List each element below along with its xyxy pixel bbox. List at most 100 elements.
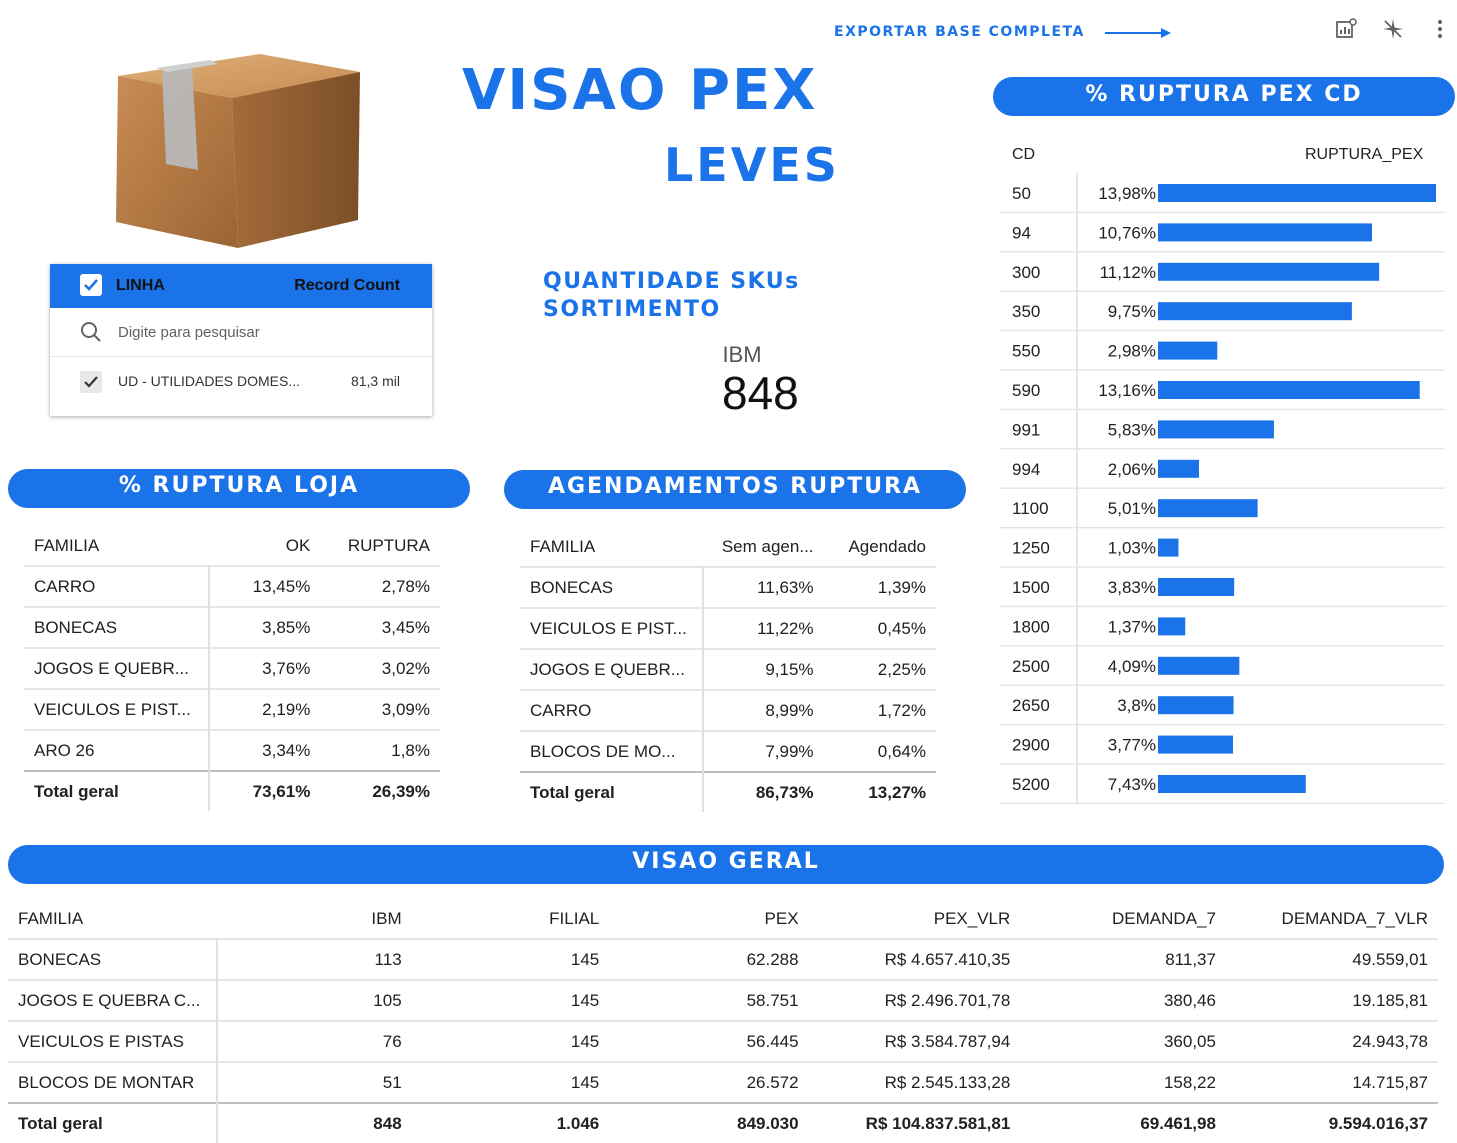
table-row: JOGOS E QUEBR... 3,76% 3,02% (24, 647, 440, 689)
agendamentos-table: FAMILIA Sem agen... Agendado BONECAS 11,63% 1… (520, 527, 936, 812)
bar-value-label: 13,16% (1098, 381, 1156, 400)
ruptura-bar[interactable] (1158, 775, 1306, 793)
table-total-row: Total geral 73,61% 26,39% (24, 770, 440, 811)
column-header[interactable]: FAMILIA (24, 526, 209, 566)
table-cell: 76 (217, 1020, 412, 1062)
table-cell: BLOCOS DE MO... (520, 730, 705, 772)
table-row: VEICULOS E PIST... 2,19% 3,09% (24, 688, 440, 730)
table-cell: 145 (411, 1020, 610, 1062)
table-cell: 9,15% (703, 648, 824, 690)
more-vert-icon[interactable] (1428, 17, 1452, 41)
table-cell: BONECAS (24, 606, 211, 648)
bar-value-label: 10,76% (1098, 223, 1156, 242)
table-cell: Total geral (8, 1102, 218, 1143)
column-header[interactable]: OK (209, 526, 320, 566)
bar-value-label: 1,37% (1108, 617, 1156, 636)
scorecard-title-line1: QUANTIDADE SKUs (543, 269, 800, 294)
ruptura-loja-header: % RUPTURA LOJA (8, 469, 470, 508)
filter-search-row[interactable]: Digite para pesquisar (50, 308, 432, 357)
filter-option-count: 81,3 mil (350, 373, 400, 389)
table-cell: 3,09% (320, 688, 440, 730)
cd-category-label: 350 (1012, 302, 1040, 321)
table-cell: 145 (411, 938, 610, 980)
ruptura-bar[interactable] (1158, 538, 1179, 557)
cd-category-label: 1500 (1012, 578, 1050, 597)
table-cell: VEICULOS E PIST... (24, 688, 211, 730)
ruptura-bar[interactable] (1158, 262, 1380, 281)
bar-value-label: 2,06% (1108, 460, 1156, 479)
ruptura-bar[interactable] (1158, 499, 1258, 518)
table-total-row: Total geral 86,73% 13,27% (520, 771, 936, 812)
visao-geral-header: VISAO GERAL (8, 845, 1444, 884)
table-cell: 62.288 (609, 938, 809, 980)
table-cell: 2,19% (209, 688, 321, 730)
cd-category-label: 590 (1012, 381, 1040, 400)
bar-value-label: 5,83% (1108, 420, 1156, 439)
filter-option-item[interactable]: UD - UTILIDADES DOMES... 81,3 mil (50, 357, 432, 407)
table-cell: 13,27% (823, 771, 936, 812)
search-input[interactable]: Digite para pesquisar (118, 324, 260, 341)
ruptura-bar[interactable] (1158, 381, 1420, 399)
table-cell: 360,05 (1020, 1020, 1226, 1062)
bar-value-label: 2,98% (1108, 342, 1156, 361)
table-row: BONECAS 3,85% 3,45% (24, 606, 440, 648)
ruptura-bar[interactable] (1158, 223, 1372, 242)
filter-header[interactable]: LINHA Record Count (50, 264, 432, 308)
export-link[interactable]: EXPORTAR BASE COMPLETA (834, 24, 1085, 40)
column-header[interactable]: FAMILIA (8, 899, 217, 939)
table-cell: 3,85% (209, 606, 321, 648)
table-cell: CARRO (520, 689, 705, 731)
table-cell: Total geral (520, 771, 705, 812)
table-cell: 69.461,98 (1020, 1102, 1226, 1143)
table-cell: 1,72% (823, 689, 936, 731)
scorecard-title-line2: SORTIMENTO (543, 297, 721, 322)
table-cell: 14.715,87 (1225, 1061, 1438, 1103)
table-cell: 11,22% (703, 607, 824, 649)
table-cell: R$ 3.584.787,94 (808, 1020, 1021, 1062)
column-header[interactable]: FILIAL (412, 899, 610, 939)
table-cell: JOGOS E QUEBR... (24, 647, 211, 689)
ruptura-bar[interactable] (1158, 578, 1235, 596)
column-header[interactable]: FAMILIA (520, 527, 703, 567)
table-cell: 7,99% (703, 730, 824, 772)
table-cell: 13,45% (209, 565, 321, 607)
column-header[interactable]: DEMANDA_7_VLR (1226, 899, 1438, 939)
table-cell: Total geral (24, 770, 211, 811)
ruptura-bar[interactable] (1158, 459, 1199, 478)
table-cell: 49.559,01 (1225, 938, 1438, 980)
ruptura-cd-header: % RUPTURA PEX CD (993, 77, 1455, 116)
table-cell: 3,76% (209, 647, 321, 689)
ruptura-bar[interactable] (1158, 341, 1218, 360)
ruptura-bar[interactable] (1158, 696, 1234, 715)
table-row: BONECAS 11,63% 1,39% (520, 566, 936, 608)
ruptura-bar[interactable] (1158, 617, 1186, 636)
table-cell: 0,45% (823, 607, 936, 649)
bar-value-label: 3,77% (1108, 736, 1156, 755)
table-cell: 1,39% (823, 566, 936, 608)
table-cell: 158,22 (1020, 1061, 1226, 1103)
ruptura-bar[interactable] (1158, 735, 1233, 754)
column-header[interactable]: DEMANDA_7 (1020, 899, 1226, 939)
table-total-row: Total geral 848 1.046 849.030 R$ 104.837.581… (8, 1102, 1438, 1143)
column-header[interactable]: Sem agen... (703, 527, 823, 567)
ruptura-bar[interactable] (1158, 656, 1240, 675)
cd-category-label: 5200 (1012, 775, 1050, 794)
ruptura-cd-col-metric: RUPTURA_PEX (1305, 146, 1424, 163)
table-cell: 848 (217, 1102, 412, 1143)
ruptura-bar[interactable] (1158, 420, 1274, 439)
column-header[interactable]: RUPTURA (320, 526, 440, 566)
page-title: VISAO PEX (462, 58, 818, 123)
column-header[interactable]: PEX_VLR (809, 899, 1021, 939)
table-cell: CARRO (24, 565, 211, 607)
chart-config-icon[interactable] (1334, 17, 1358, 41)
scorecard-value: 848 (722, 367, 799, 419)
column-header[interactable]: PEX (609, 899, 808, 939)
select-all-checkbox[interactable] (80, 274, 102, 296)
column-header[interactable]: IBM (217, 899, 412, 939)
ruptura-bar[interactable] (1158, 302, 1352, 321)
ruptura-bar[interactable] (1158, 184, 1436, 202)
table-cell: 3,02% (320, 647, 440, 689)
column-header[interactable]: Agendado (824, 527, 936, 567)
table-cell: BONECAS (8, 938, 218, 980)
sparkle-icon[interactable] (1381, 17, 1405, 41)
